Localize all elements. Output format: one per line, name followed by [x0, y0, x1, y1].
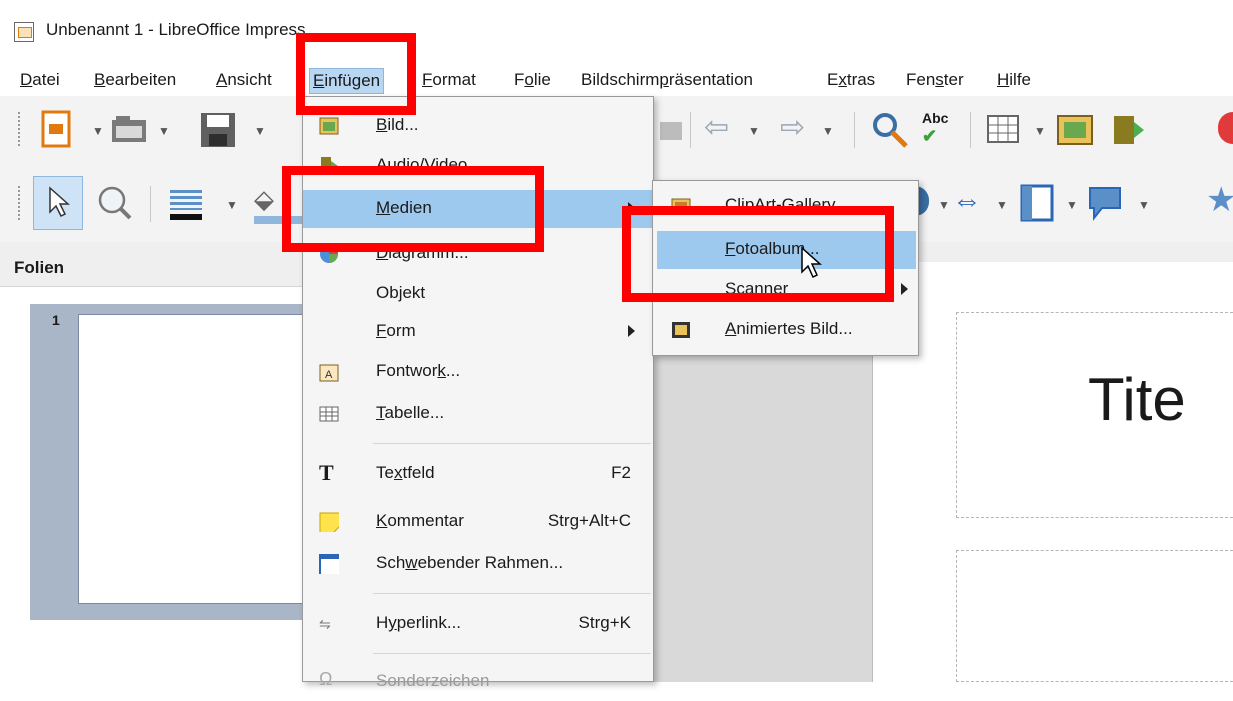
annotation-box-einfuegen [296, 33, 416, 115]
flowchart-icon[interactable] [1018, 184, 1058, 224]
frame-icon [319, 554, 339, 574]
menu-bearbeiten[interactable]: Bearbeiten [91, 68, 179, 92]
menu-fenster[interactable]: Fenster [903, 68, 967, 92]
mouse-cursor-icon [801, 246, 822, 279]
zoom-icon[interactable] [96, 184, 132, 220]
undo-dropdown-icon[interactable]: ▼ [748, 124, 760, 138]
impress-app-icon [14, 22, 34, 42]
spellcheck-icon[interactable]: Abc ✔ [922, 110, 948, 147]
workspace-top-bar [870, 242, 1233, 263]
menu-item-kommentar[interactable]: Kommentar Strg+Alt+C [303, 503, 653, 541]
slide-thumbnail[interactable] [78, 314, 304, 604]
menu-ansicht[interactable]: Ansicht [213, 68, 275, 92]
slide-title-text: Tite [1088, 366, 1186, 433]
new-document-icon[interactable] [40, 110, 74, 150]
menu-format[interactable]: Format [419, 68, 479, 92]
callout-dropdown-icon[interactable]: ▼ [1138, 198, 1150, 212]
find-replace-icon[interactable] [870, 110, 910, 150]
menu-bildschirmpraesentation[interactable]: Bildschirmpräsentation [578, 68, 756, 92]
content-placeholder[interactable] [956, 550, 1233, 682]
menu-item-hyperlink[interactable]: ⇋ Hyperlink... Strg+K [303, 605, 653, 643]
menu-datei[interactable]: Datei [17, 68, 63, 92]
line-style-icon[interactable] [170, 190, 202, 210]
new-dropdown-icon[interactable]: ▼ [92, 124, 104, 138]
slide-number: 1 [52, 312, 60, 328]
flowchart-dropdown-icon[interactable]: ▼ [1066, 198, 1078, 212]
callout-icon[interactable] [1086, 184, 1126, 224]
double-arrow-icon[interactable]: ⇔ [952, 184, 982, 218]
menu-separator [373, 653, 651, 654]
table-dropdown-icon[interactable]: ▼ [1034, 124, 1046, 138]
undo-icon[interactable]: ⇦ [704, 110, 729, 145]
annotation-box-medien [282, 166, 544, 252]
submenu-arrow-icon [901, 283, 908, 295]
image-icon [319, 117, 339, 135]
redo-icon[interactable]: ⇨ [780, 110, 805, 145]
hyperlink-icon: ⇋ [319, 616, 331, 632]
menu-separator [373, 593, 651, 594]
save-dropdown-icon[interactable]: ▼ [254, 124, 266, 138]
menu-folie[interactable]: Folie [511, 68, 554, 92]
menu-item-form[interactable]: Form [303, 313, 653, 351]
svg-text:A: A [325, 369, 333, 381]
line-color-bar [170, 214, 202, 220]
menu-item-objekt[interactable]: Objekt [303, 275, 653, 313]
menu-extras[interactable]: Extras [824, 68, 878, 92]
menu-item-fontwork[interactable]: A Fontwork... [303, 353, 653, 391]
comment-icon [319, 512, 339, 532]
omega-icon: Ω [319, 669, 333, 689]
arrow-dropdown-icon[interactable]: ▼ [996, 198, 1008, 212]
print-icon[interactable] [660, 112, 684, 148]
fontwork-icon: A [319, 364, 339, 382]
line-color-dropdown-icon[interactable]: ▼ [226, 198, 238, 212]
insert-table-icon[interactable] [986, 112, 1022, 148]
menu-item-tabelle[interactable]: Tabelle... [303, 395, 653, 433]
open-dropdown-icon[interactable]: ▼ [158, 124, 170, 138]
insert-media-icon[interactable] [1110, 112, 1146, 148]
text-icon: T [319, 460, 334, 485]
table-icon [319, 406, 339, 422]
menu-item-sonderzeichen: Ω Sonderzeichen [319, 669, 490, 690]
open-folder-icon[interactable] [110, 114, 150, 146]
animated-image-icon [672, 322, 690, 338]
pointer-icon [49, 186, 70, 218]
menu-item-schwebender-rahmen[interactable]: Schwebender Rahmen... [303, 545, 653, 583]
submenu-item-animiertes-bild[interactable]: Animiertes Bild... [657, 311, 916, 349]
annotation-box-fotoalbum [622, 206, 894, 302]
title-bar: Unbenannt 1 - LibreOffice Impress [0, 0, 1233, 62]
menu-hilfe[interactable]: Hilfe [994, 68, 1034, 92]
menu-item-textfeld[interactable]: T Textfeld F2 [303, 455, 653, 493]
redo-dropdown-icon[interactable]: ▼ [822, 124, 834, 138]
insert-image-icon[interactable] [1056, 112, 1096, 148]
menu-bar: Datei Bearbeiten Ansicht Einfügen Format… [0, 62, 1233, 97]
slides-pane-title: Folien [14, 258, 65, 277]
menu-separator [373, 443, 651, 444]
chart-icon[interactable] [1218, 112, 1233, 144]
submenu-arrow-icon [628, 325, 635, 337]
save-icon[interactable] [198, 110, 238, 150]
window-title: Unbenannt 1 - LibreOffice Impress [46, 20, 306, 39]
ellipse-dropdown-icon[interactable]: ▼ [938, 198, 950, 212]
star-icon[interactable]: ★ [1206, 180, 1233, 220]
